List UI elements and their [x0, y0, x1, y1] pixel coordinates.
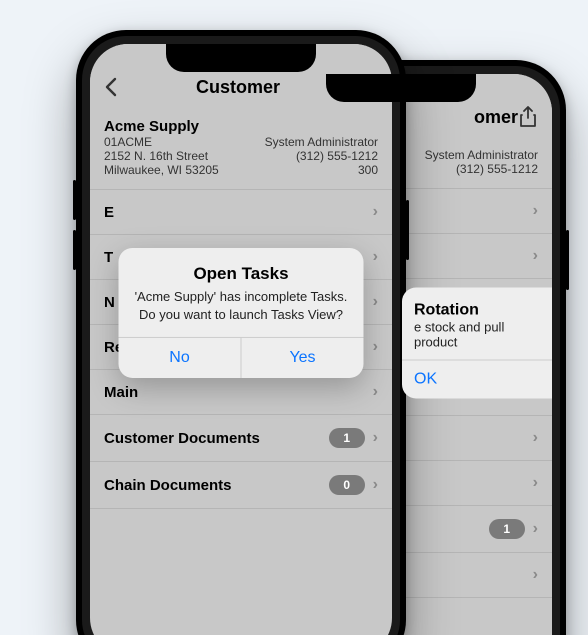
list-item-customer-documents[interactable]: Customer Documents 1›	[90, 415, 392, 462]
count-badge: 0	[329, 475, 365, 495]
chevron-right-icon: ›	[525, 429, 538, 447]
screen-front: Customer Acme Supply 01ACME System Admin…	[90, 44, 392, 635]
chevron-right-icon: ›	[365, 293, 378, 311]
chevron-right-icon: ›	[365, 248, 378, 266]
chevron-right-icon: ›	[525, 202, 538, 220]
chevron-right-icon: ›	[525, 247, 538, 265]
back-icon[interactable]	[104, 77, 118, 97]
customer-code: 01ACME	[104, 135, 152, 149]
chevron-right-icon: ›	[525, 520, 538, 538]
chevron-right-icon: ›	[365, 383, 378, 401]
list-item-label: N	[104, 294, 115, 311]
alert-ok-button[interactable]: OK	[402, 360, 552, 399]
customer-name: Acme Supply	[104, 118, 378, 135]
chevron-right-icon: ›	[365, 429, 378, 447]
list-item-label: T	[104, 249, 113, 266]
alert-open-tasks: Open Tasks 'Acme Supply' has incomplete …	[119, 248, 364, 378]
customer-ext: 300	[358, 163, 378, 177]
nav-title: Customer	[118, 77, 358, 98]
chevron-right-icon: ›	[365, 203, 378, 221]
phone-mock-front: Customer Acme Supply 01ACME System Admin…	[76, 30, 406, 635]
chevron-right-icon: ›	[525, 474, 538, 492]
alert-task-rotation: Rotation e stock and pullproduct OK	[402, 288, 552, 399]
alert-message: 'Acme Supply' has incomplete Tasks. Do y…	[135, 288, 348, 323]
list-item-label: Customer Documents	[104, 430, 260, 447]
alert-message-line: product	[414, 335, 457, 350]
chevron-right-icon: ›	[365, 338, 378, 356]
customer-address-line1: 2152 N. 16th Street	[104, 149, 208, 163]
list-item-label: E	[104, 204, 114, 221]
customer-card: Acme Supply 01ACME System Administrator …	[90, 108, 392, 190]
chevron-right-icon: ›	[365, 476, 378, 494]
customer-role: System Administrator	[425, 148, 538, 162]
customer-address-line2: Milwaukee, WI 53205	[104, 163, 219, 177]
list-item-chain-documents[interactable]: Chain Documents 0›	[90, 462, 392, 509]
customer-phone: (312) 555-1212	[456, 162, 538, 176]
count-badge: 1	[489, 519, 525, 539]
count-badge: 1	[329, 428, 365, 448]
alert-yes-button[interactable]: Yes	[242, 338, 364, 378]
share-icon[interactable]	[518, 106, 538, 128]
alert-message-line: e stock and pull	[414, 320, 504, 335]
list-item-label: Main	[104, 384, 138, 401]
notch	[166, 44, 316, 72]
alert-no-button[interactable]: No	[119, 338, 242, 378]
customer-role: System Administrator	[265, 135, 378, 149]
list-item[interactable]: E›	[90, 190, 392, 235]
list-item-label: Chain Documents	[104, 477, 232, 494]
alert-title-fragment: Rotation	[414, 302, 540, 320]
customer-phone: (312) 555-1212	[296, 149, 378, 163]
alert-title: Open Tasks	[135, 264, 348, 284]
chevron-right-icon: ›	[525, 566, 538, 584]
notch	[326, 74, 476, 102]
